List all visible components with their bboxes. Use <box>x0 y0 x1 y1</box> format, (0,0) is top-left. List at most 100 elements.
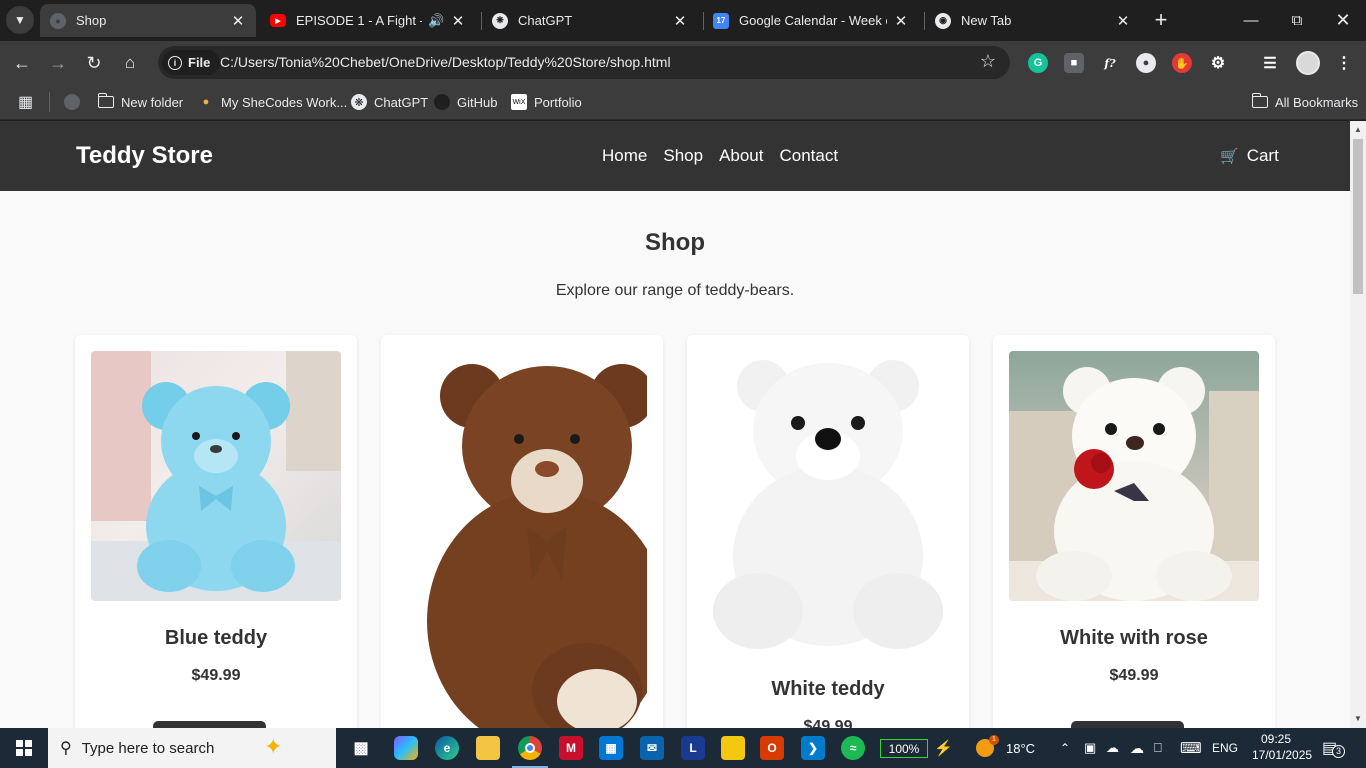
language-indicator[interactable]: ENG <box>1212 728 1238 768</box>
forward-arrow-icon[interactable]: → <box>44 49 72 77</box>
keyboard-icon[interactable]: ⌨ <box>1180 728 1202 768</box>
weather-badge: 1 <box>989 735 999 745</box>
close-tab-icon[interactable]: ✕ <box>450 12 466 30</box>
weather-widget[interactable]: 1 18°C <box>976 728 1035 768</box>
cloud-off-icon[interactable]: ☁ <box>1106 728 1119 768</box>
nav-shop[interactable]: Shop <box>663 146 703 166</box>
browser-tab-strip: ▼ ● Shop ✕ ▶ EPISODE 1 - A Fight - Yo 🔊 … <box>0 0 1366 41</box>
bookmark-new-folder[interactable]: New folder <box>97 92 183 112</box>
url-text[interactable]: C:/Users/Tonia%20Chebet/OneDrive/Desktop… <box>220 54 671 70</box>
shecodes-icon: ● <box>202 96 210 108</box>
add-to-cart-button[interactable] <box>153 721 266 728</box>
tab-google-calendar[interactable]: 17 Google Calendar - Week of ✕ <box>703 4 919 37</box>
blue-teddy-image <box>91 351 341 601</box>
tab-shop[interactable]: ● Shop ✕ <box>40 4 256 37</box>
microsoft-store-icon[interactable]: ▦ <box>599 736 623 760</box>
search-placeholder: Type here to search <box>81 739 215 757</box>
close-window-icon[interactable]: ✕ <box>1320 0 1366 40</box>
mcafee-icon[interactable]: M <box>559 736 583 760</box>
calendar-icon: 17 <box>713 12 729 29</box>
media-controls-icon[interactable]: ☰ <box>1260 53 1280 73</box>
product-price: $49.99 <box>803 718 853 728</box>
nav-contact[interactable]: Contact <box>780 146 839 166</box>
wix-icon: WiX <box>511 94 527 110</box>
close-tab-icon[interactable]: ✕ <box>1115 12 1131 30</box>
tab-youtube[interactable]: ▶ EPISODE 1 - A Fight - Yo 🔊 ✕ <box>260 4 476 37</box>
display-icon[interactable]: ⎕ <box>1154 728 1162 768</box>
product-price: $49.99 <box>191 667 241 684</box>
minimize-icon[interactable]: — <box>1228 0 1274 40</box>
task-view-icon[interactable]: ▩ <box>349 736 373 760</box>
bookmark-github[interactable]: GitHub <box>434 92 497 112</box>
notification-center-icon[interactable]: ▤ 3 <box>1322 738 1345 758</box>
all-bookmarks-button[interactable]: All Bookmarks <box>1251 92 1359 112</box>
clock[interactable]: 09:25 17/01/2025 <box>1252 731 1313 763</box>
close-tab-icon[interactable]: ✕ <box>893 12 909 30</box>
new-tab-plus-icon[interactable]: + <box>1149 8 1173 32</box>
menu-kebab-icon[interactable]: ⋮ <box>1334 53 1354 73</box>
meet-camera-icon[interactable]: ▣ <box>1084 728 1096 768</box>
adblock-hand-icon[interactable]: ✋ <box>1172 53 1192 73</box>
globe-icon: ● <box>50 12 66 29</box>
chrome-icon[interactable] <box>518 736 542 760</box>
profile-avatar[interactable] <box>1296 51 1320 75</box>
scroll-up-arrow-icon[interactable]: ▲ <box>1350 123 1366 137</box>
bookmark-shecodes[interactable]: ● My SheCodes Work... <box>198 92 348 112</box>
all-bookmarks-label: All Bookmarks <box>1275 94 1359 110</box>
address-bar[interactable]: i File C:/Users/Tonia%20Chebet/OneDrive/… <box>158 46 1010 79</box>
power-bi-icon[interactable] <box>721 736 745 760</box>
edge-icon[interactable]: e <box>435 736 459 760</box>
bookmark-star-icon[interactable]: ☆ <box>980 51 996 72</box>
start-windows-icon[interactable] <box>0 728 48 768</box>
reload-icon[interactable]: ↻ <box>80 49 108 77</box>
lenovo-l-icon[interactable]: L <box>681 736 705 760</box>
speaker-icon[interactable]: 🔊 <box>428 13 444 29</box>
bookmark-chatgpt[interactable]: ❋ ChatGPT <box>351 92 428 112</box>
extension-circle-icon[interactable]: ● <box>1136 53 1156 73</box>
back-arrow-icon[interactable]: ← <box>8 49 36 77</box>
extension-square-icon[interactable]: ■ <box>1064 53 1084 73</box>
clock-time: 09:25 <box>1260 732 1292 746</box>
vscode-icon[interactable]: ❯ <box>801 736 825 760</box>
file-explorer-icon[interactable] <box>476 736 500 760</box>
product-card-blue-teddy: Blue teddy $49.99 <box>75 335 357 728</box>
folder-icon <box>97 93 114 110</box>
battery-indicator[interactable]: 100% <box>880 739 928 758</box>
bookmark-globe[interactable] <box>64 92 87 112</box>
close-tab-icon[interactable]: ✕ <box>672 12 688 30</box>
mail-icon[interactable]: ✉ <box>640 736 664 760</box>
tab-chatgpt[interactable]: ❋ ChatGPT ✕ <box>482 4 698 37</box>
cart-link[interactable]: 🛒 Cart <box>1220 146 1279 166</box>
bookmark-label: My SheCodes Work... <box>221 94 348 110</box>
nav-about[interactable]: About <box>719 146 763 166</box>
brown-teddy-image <box>397 351 647 728</box>
apps-grid-icon[interactable]: ▦ <box>18 92 33 112</box>
restore-icon[interactable]: ⧉ <box>1274 0 1320 40</box>
plug-icon: ⚡ <box>934 740 953 757</box>
show-hidden-icons-chevron-icon[interactable]: ⌃ <box>1060 728 1070 768</box>
tab-title: Google Calendar - Week of <box>739 13 887 28</box>
clock-date: 17/01/2025 <box>1252 748 1313 762</box>
page-scrollbar[interactable]: ▲ ▼ <box>1350 121 1366 728</box>
tab-new-tab[interactable]: ◉ New Tab ✕ <box>925 4 1141 37</box>
taskbar-search[interactable]: ⚲ Type here to search ✦ <box>48 728 336 768</box>
extensions-puzzle-icon[interactable]: ⚙ <box>1208 53 1228 73</box>
nav-home[interactable]: Home <box>602 146 647 166</box>
close-tab-icon[interactable]: ✕ <box>230 12 246 30</box>
site-info-chip[interactable]: i File <box>162 50 221 75</box>
office-icon[interactable]: O <box>760 736 784 760</box>
scroll-down-arrow-icon[interactable]: ▼ <box>1350 712 1366 726</box>
add-to-cart-button[interactable] <box>1071 721 1184 728</box>
site-brand[interactable]: Teddy Store <box>76 142 213 170</box>
grammarly-extension-icon[interactable]: G <box>1028 53 1048 73</box>
onedrive-cloud-icon[interactable]: ☁ <box>1130 728 1144 768</box>
home-icon[interactable]: ⌂ <box>116 49 144 77</box>
chrome-icon: ◉ <box>935 12 951 29</box>
bookmark-label: GitHub <box>457 94 498 110</box>
tab-search-chevron-icon[interactable]: ▼ <box>6 6 34 34</box>
copilot-icon[interactable] <box>394 736 418 760</box>
scroll-thumb[interactable] <box>1353 139 1363 294</box>
fonts-extension-icon[interactable]: f? <box>1100 53 1120 73</box>
spotify-icon[interactable]: ≈ <box>841 736 865 760</box>
bookmark-portfolio[interactable]: WiX Portfolio <box>511 92 582 112</box>
